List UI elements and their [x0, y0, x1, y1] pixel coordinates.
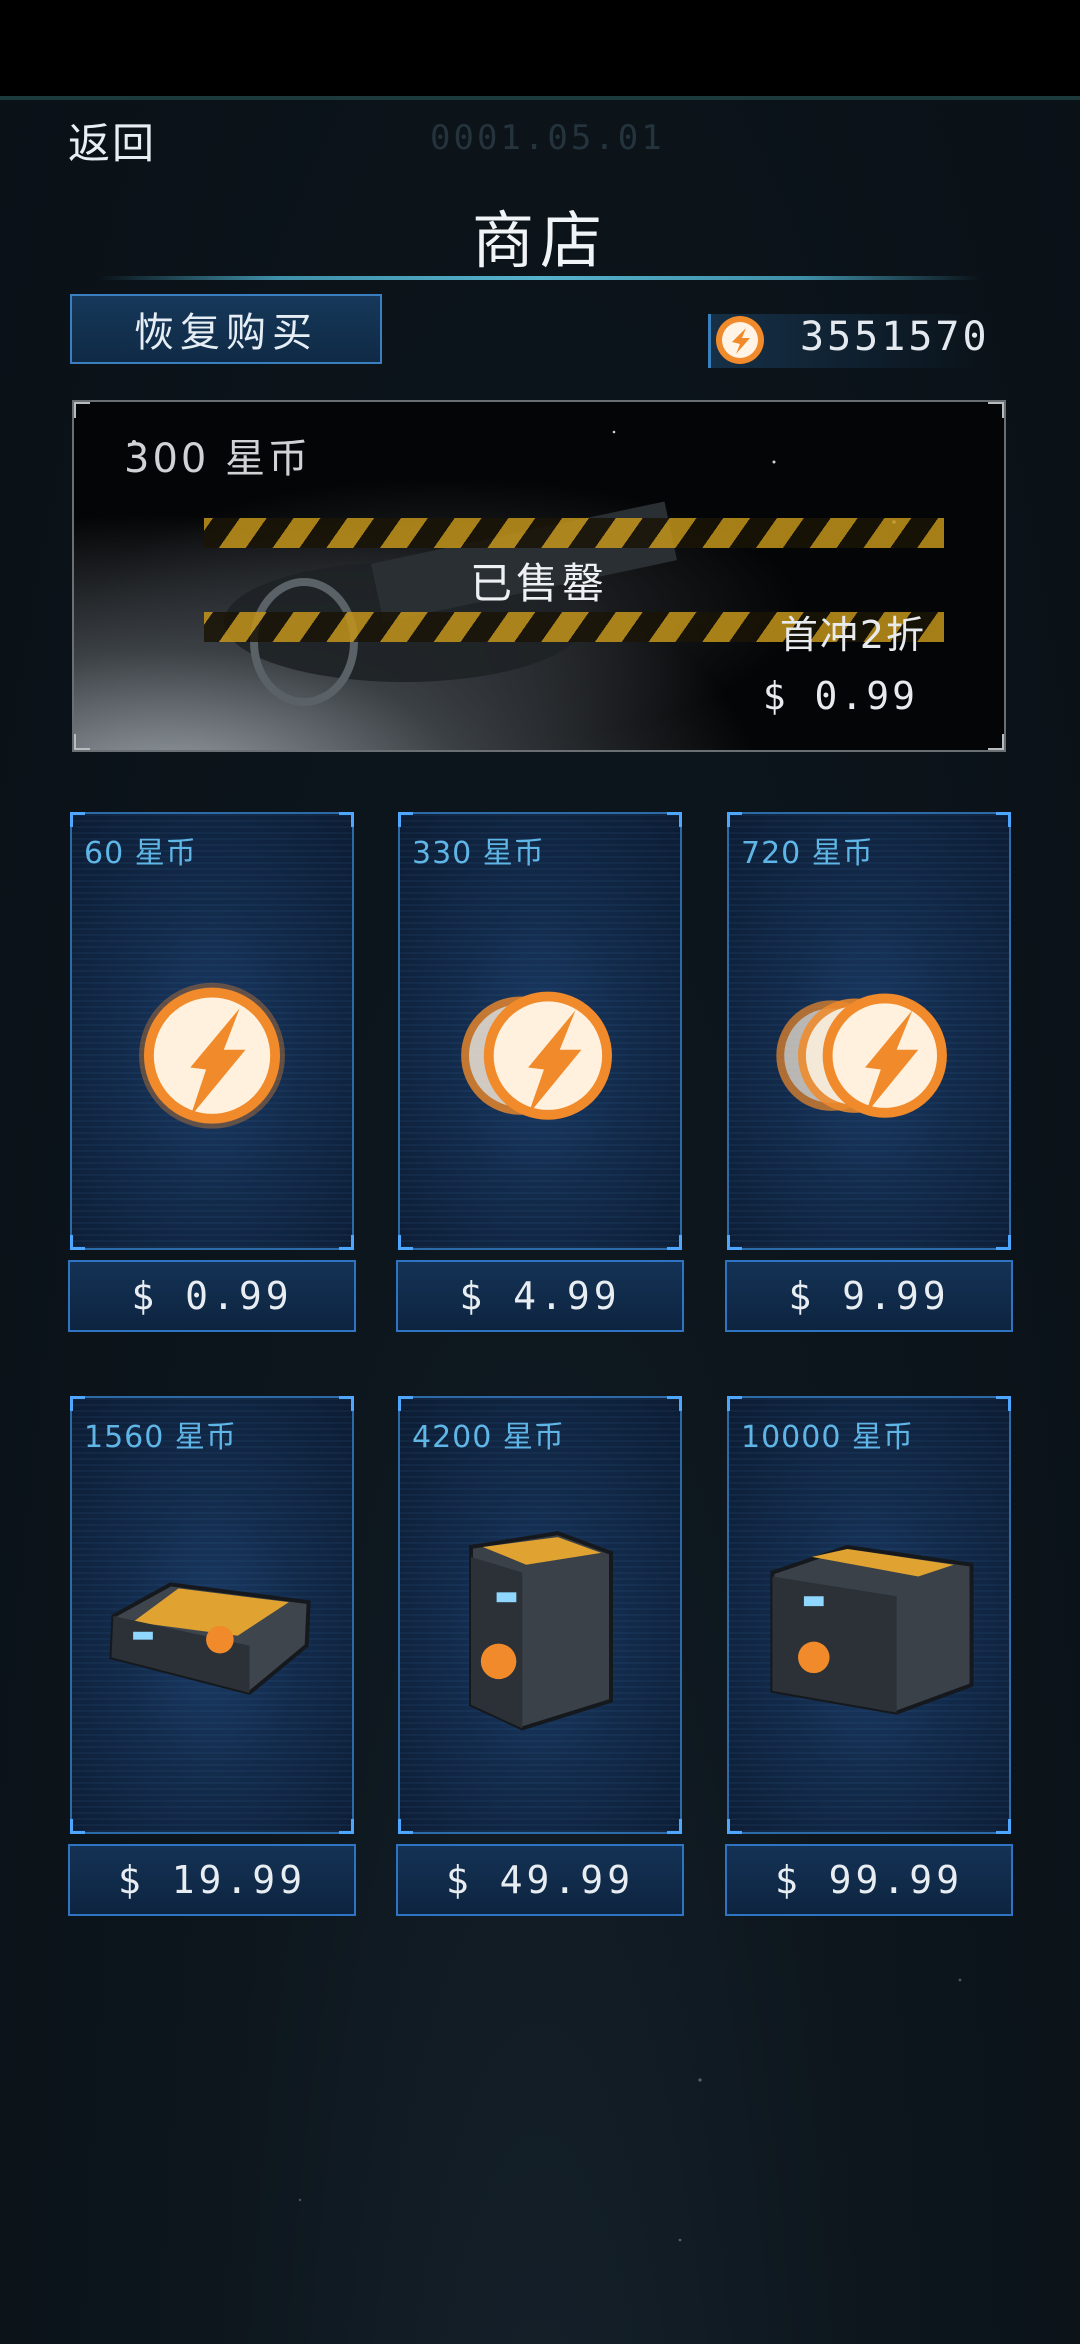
- product-card-60[interactable]: 60 星币: [70, 812, 354, 1250]
- product-card-10000[interactable]: 10000 星币: [727, 1396, 1011, 1834]
- buy-button-1560[interactable]: $ 19.99: [68, 1844, 356, 1916]
- buy-button-330[interactable]: $ 4.99: [396, 1260, 684, 1332]
- corner-bracket: [398, 1235, 413, 1250]
- corner-bracket: [996, 1819, 1011, 1834]
- buy-button-10000[interactable]: $ 99.99: [725, 1844, 1013, 1916]
- restore-purchase-button[interactable]: 恢复购买: [70, 294, 382, 364]
- corner-bracket: [996, 1396, 1011, 1411]
- coin-double-icon: [461, 991, 612, 1120]
- corner-bracket: [398, 1819, 413, 1834]
- banner-amount-label: 300 星币: [124, 436, 312, 482]
- back-button[interactable]: 返回: [68, 110, 156, 171]
- corner-bracket: [398, 1396, 413, 1411]
- buy-button-60[interactable]: $ 0.99: [68, 1260, 356, 1332]
- corner-bracket: [339, 1396, 354, 1411]
- corner-bracket: [667, 812, 682, 827]
- hazard-stripe-top: [204, 518, 944, 548]
- corner-bracket: [727, 1235, 742, 1250]
- corner-bracket: [988, 402, 1004, 418]
- corner-bracket: [727, 1819, 742, 1834]
- corner-bracket: [667, 1819, 682, 1834]
- page-title: 商店: [471, 204, 608, 277]
- corner-bracket: [667, 1235, 682, 1250]
- coin-single-icon: [139, 982, 285, 1129]
- corner-bracket: [74, 734, 90, 750]
- corner-bracket: [70, 1235, 85, 1250]
- corner-bracket: [339, 812, 354, 827]
- corner-bracket: [339, 1235, 354, 1250]
- sold-out-label: 已售罄: [469, 559, 608, 608]
- game-date: 0001.05.01: [430, 118, 665, 158]
- coin-crate-icon: [469, 1531, 613, 1731]
- coin-container-icon: [770, 1544, 974, 1715]
- title-divider: [100, 276, 980, 280]
- product-card-720[interactable]: 720 星币: [727, 812, 1011, 1250]
- banner-price: $ 0.99: [762, 674, 918, 718]
- corner-bracket: [996, 1235, 1011, 1250]
- buy-button-4200[interactable]: $ 49.99: [396, 1844, 684, 1916]
- corner-bracket: [74, 402, 90, 418]
- product-card-330[interactable]: 330 星币: [398, 812, 682, 1250]
- first-purchase-banner[interactable]: 300 星币 已售罄 首冲2折 $ 0.99: [72, 400, 1006, 752]
- product-card-4200[interactable]: 4200 星币: [398, 1396, 682, 1834]
- corner-bracket: [727, 812, 742, 827]
- status-bar: [0, 0, 1080, 96]
- corner-bracket: [727, 1396, 742, 1411]
- coin-balance: 3551570: [800, 314, 990, 360]
- discount-label: 首冲2折: [779, 613, 926, 657]
- corner-bracket: [70, 1396, 85, 1411]
- star-coin-icon: [716, 316, 764, 364]
- corner-bracket: [70, 1819, 85, 1834]
- corner-bracket: [667, 1396, 682, 1411]
- corner-bracket: [398, 812, 413, 827]
- coin-case-icon: [109, 1582, 311, 1696]
- buy-button-720[interactable]: $ 9.99: [725, 1260, 1013, 1332]
- corner-bracket: [70, 812, 85, 827]
- corner-bracket: [339, 1819, 354, 1834]
- corner-bracket: [996, 812, 1011, 827]
- corner-bracket: [988, 734, 1004, 750]
- product-card-1560[interactable]: 1560 星币: [70, 1396, 354, 1834]
- coin-triple-icon: [776, 993, 947, 1118]
